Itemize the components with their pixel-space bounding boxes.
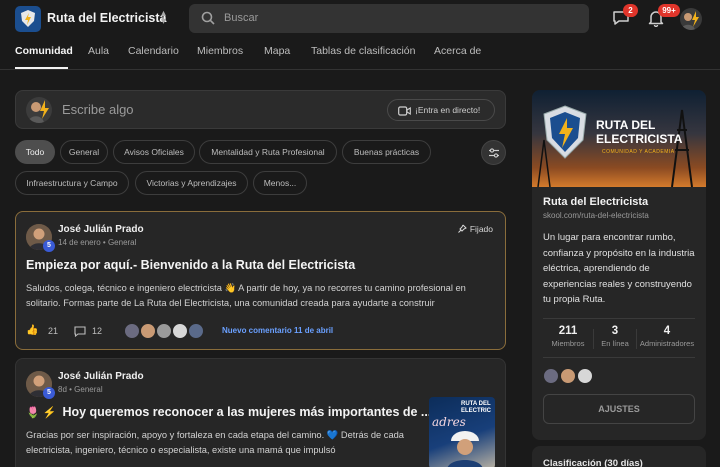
thumb-line1: RUTA DEL — [461, 401, 491, 407]
commenter-avatar[interactable] — [172, 323, 188, 339]
settings-button[interactable]: AJUSTES — [543, 394, 695, 424]
pinned-label: Fijado — [457, 224, 493, 234]
chip-mentalidad[interactable]: Mentalidad y Ruta Profesional — [199, 140, 337, 164]
bolt-shield-icon — [21, 10, 35, 27]
post-meta: 8d • General — [58, 385, 103, 394]
pin-icon — [457, 224, 467, 233]
admin-avatar[interactable] — [543, 368, 559, 384]
comment-count: 12 — [92, 326, 103, 336]
admins-label: Administradores — [639, 339, 695, 348]
level-badge: 5 — [43, 387, 55, 399]
members-label: Miembros — [551, 339, 585, 348]
composer-avatar — [26, 97, 52, 123]
new-comment-link[interactable]: Nuevo comentario 11 de abril — [222, 326, 333, 335]
level-badge: 5 — [43, 240, 55, 252]
thumb-line2: ELECTRIC — [461, 408, 491, 414]
commenter-avatar[interactable] — [188, 323, 204, 339]
pinned-text: Fijado — [469, 224, 493, 234]
main-tabs: Comunidad Aula Calendario Miembros Mapa … — [0, 38, 720, 70]
tab-miembros[interactable]: Miembros — [197, 45, 243, 57]
leaderboard-title: Clasificación (30 días) — [543, 458, 643, 467]
online-label: En línea — [601, 339, 629, 348]
community-logo[interactable] — [15, 6, 41, 32]
author-name[interactable]: José Julián Prado — [58, 224, 144, 235]
search-input[interactable]: Buscar — [224, 12, 258, 24]
chat-badge: 2 — [623, 4, 638, 17]
top-bar: Ruta del Electricista ▴ ▾ Buscar 2 99+ — [0, 0, 720, 38]
worker-illustration-icon — [448, 431, 482, 467]
stat-online[interactable]: 3 En línea — [594, 325, 636, 348]
tab-aula[interactable]: Aula — [88, 45, 109, 57]
stat-members[interactable]: 211 Miembros — [543, 325, 593, 348]
post-meta: 14 de enero • General — [58, 238, 137, 247]
thumb-title: RUTA DEL ELECTRIC — [461, 401, 491, 415]
chip-menos[interactable]: Menos... — [253, 171, 307, 195]
post-body: Gracias por ser inspiración, apoyo y for… — [26, 430, 404, 455]
online-count: 3 — [611, 325, 619, 337]
post-thumbnail[interactable]: RUTA DEL ELECTRIC adres — [429, 397, 495, 467]
active-tab-indicator — [15, 67, 68, 69]
tab-leaderboards[interactable]: Tablas de clasificación — [311, 45, 415, 57]
community-description: Un lugar para encontrar rumbo, confianza… — [543, 232, 695, 305]
leaderboard-card: Clasificación (30 días) — [532, 446, 706, 467]
filter-settings-button[interactable] — [481, 140, 506, 165]
chip-infraestructura[interactable]: Infraestructura y Campo — [15, 171, 129, 195]
like-count: 21 — [48, 326, 59, 336]
community-name[interactable]: Ruta del Electricista — [47, 11, 167, 25]
cover-title-line1: RUTA DEL — [596, 118, 656, 132]
chip-todo[interactable]: Todo — [15, 140, 55, 164]
post-composer[interactable]: Escribe algo ¡Entra en directo! — [15, 90, 506, 129]
comment-icon[interactable] — [74, 326, 86, 337]
admin-avatar[interactable] — [577, 368, 593, 384]
go-live-label: ¡Entra en directo! — [415, 105, 481, 115]
post-card[interactable]: 5 José Julián Prado 8d • General 🌷 ⚡ Hoy … — [15, 358, 506, 467]
like-icon[interactable]: 👍 — [26, 325, 38, 336]
cover-title-line2: ELECTRICISTA — [596, 132, 683, 146]
cover-subtitle: COMUNIDAD Y ACADEMIA — [602, 149, 675, 155]
post-title-text: Hoy queremos reconocer a las mujeres más… — [62, 405, 432, 419]
post-title[interactable]: 🌷 ⚡ Hoy queremos reconocer a las mujeres … — [26, 405, 431, 419]
admins-count: 4 — [663, 325, 671, 337]
commenter-avatar[interactable] — [156, 323, 172, 339]
composer-input[interactable]: Escribe algo — [62, 102, 134, 117]
commenter-avatar[interactable] — [124, 323, 140, 339]
post-body: Saludos, colega, técnico e ingeniero ele… — [26, 283, 466, 308]
community-cover[interactable]: RUTA DEL ELECTRICISTA COMUNIDAD Y ACADEM… — [532, 90, 706, 187]
chip-general[interactable]: General — [60, 140, 108, 164]
tab-about[interactable]: Acerca de — [434, 45, 481, 57]
post-title[interactable]: Empieza por aquí.- Bienvenido a la Ruta … — [26, 258, 355, 272]
admin-avatar[interactable] — [560, 368, 576, 384]
chip-avisos-oficiales[interactable]: Avisos Oficiales — [113, 140, 195, 164]
community-switcher-icon[interactable]: ▴ ▾ — [161, 9, 166, 27]
members-count: 211 — [558, 325, 578, 337]
notifications-badge: 99+ — [658, 4, 680, 17]
video-camera-icon — [398, 106, 411, 116]
search-icon — [201, 11, 215, 25]
title-emoji: 🌷 ⚡ — [26, 407, 57, 419]
tab-comunidad[interactable]: Comunidad — [15, 45, 73, 57]
tab-calendario[interactable]: Calendario — [128, 45, 179, 57]
sliders-icon — [489, 148, 499, 158]
tab-mapa[interactable]: Mapa — [264, 45, 290, 57]
stat-admins[interactable]: 4 Administradores — [637, 325, 697, 348]
author-name[interactable]: José Julián Prado — [58, 371, 144, 382]
community-title: Ruta del Electricista — [543, 196, 649, 208]
shield-bolt-logo-icon — [543, 105, 587, 159]
profile-bolt-icon — [681, 11, 699, 30]
community-stats: 211 Miembros 3 En línea 4 Administradore… — [543, 318, 695, 358]
go-live-button[interactable]: ¡Entra en directo! — [387, 99, 495, 121]
profile-bolt-icon — [28, 100, 49, 123]
chip-victorias[interactable]: Victorias y Aprendizajes — [135, 171, 248, 195]
chip-buenas-practicas[interactable]: Buenas prácticas — [342, 140, 431, 164]
search-bar[interactable]: Buscar — [189, 4, 589, 33]
community-url[interactable]: skool.com/ruta-del-electricista — [543, 211, 649, 220]
cover-title: RUTA DEL ELECTRICISTA — [596, 118, 682, 146]
commenter-avatar[interactable] — [140, 323, 156, 339]
user-avatar[interactable] — [680, 8, 702, 30]
community-info-card: RUTA DEL ELECTRICISTA COMUNIDAD Y ACADEM… — [532, 90, 706, 440]
post-card[interactable]: 5 José Julián Prado 14 de enero • Genera… — [15, 211, 506, 350]
